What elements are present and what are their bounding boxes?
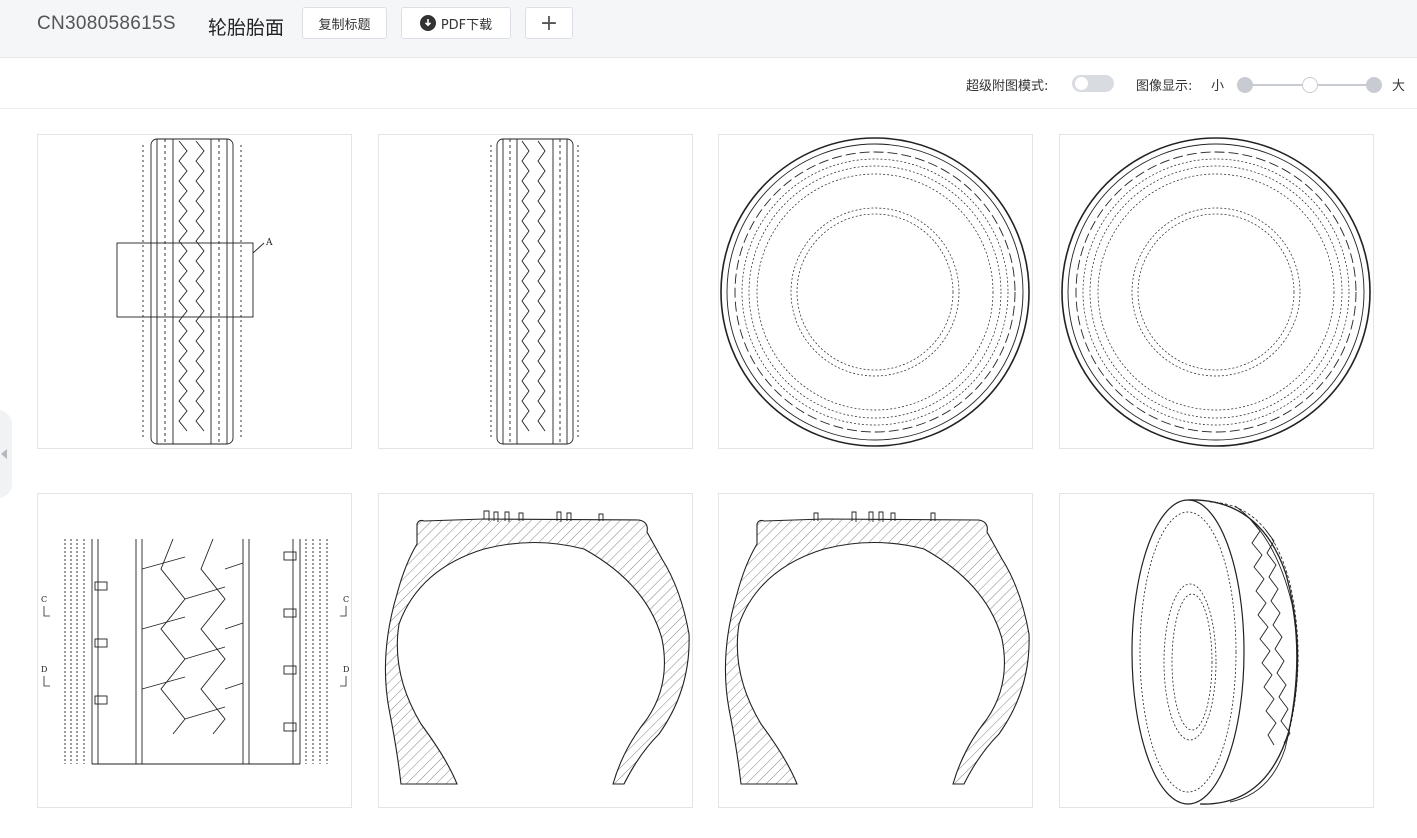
slider-stop-small[interactable] xyxy=(1237,77,1253,93)
section-label-d-right: D xyxy=(343,665,349,674)
tire-rear-view-drawing xyxy=(490,138,579,445)
super-figure-mode-toggle[interactable] xyxy=(1072,75,1114,92)
super-figure-mode-label: 超级附图模式: xyxy=(966,79,1049,94)
toggle-knob xyxy=(1075,77,1088,90)
cross-section-c-drawing xyxy=(384,510,690,785)
plus-icon: + xyxy=(539,10,559,36)
tread-pattern-drawing: C D C D xyxy=(41,538,349,765)
pdf-download-label: PDF下载 xyxy=(440,17,493,33)
cross-section-d-drawing xyxy=(724,511,1030,785)
patent-number: CN308058615S xyxy=(37,13,176,34)
section-label-d-left: D xyxy=(41,665,47,674)
sidebar-collapse-tab[interactable] xyxy=(0,410,12,498)
image-display-label: 图像显示: xyxy=(1136,79,1193,94)
copy-title-button[interactable]: 复制标题 xyxy=(302,7,387,39)
add-button[interactable]: + xyxy=(525,7,573,39)
figure-right-side-view[interactable] xyxy=(1059,134,1374,449)
tire-right-side-drawing xyxy=(1061,137,1371,447)
figure-rear-view[interactable] xyxy=(378,134,693,449)
tire-left-side-drawing xyxy=(720,137,1030,447)
figure-left-side-view[interactable] xyxy=(718,134,1033,449)
figure-cross-section-d[interactable] xyxy=(718,493,1033,808)
section-label-c-left: C xyxy=(41,595,47,604)
top-bar: CN308058615S 轮胎胎面 复制标题 PDF下载 + xyxy=(0,0,1417,58)
view-toolbar: 超级附图模式: 图像显示: 小 大 xyxy=(0,58,1417,109)
image-size-slider-handle[interactable] xyxy=(1301,77,1318,93)
tire-perspective-drawing xyxy=(1131,499,1299,805)
callout-label-a: A xyxy=(265,238,273,248)
copy-title-label: 复制标题 xyxy=(318,17,371,33)
size-large-label: 大 xyxy=(1392,79,1406,94)
section-label-c-right: C xyxy=(343,595,349,604)
figure-front-view[interactable]: A xyxy=(37,134,352,449)
figure-cross-section-c[interactable] xyxy=(378,493,693,808)
slider-stop-large[interactable] xyxy=(1366,77,1382,93)
figure-tread-pattern-detail[interactable]: C D C D xyxy=(37,493,352,808)
chevron-left-icon xyxy=(1,449,7,459)
figure-perspective-view[interactable] xyxy=(1059,493,1374,808)
tire-front-view-drawing: A xyxy=(116,138,273,445)
pdf-download-button[interactable]: PDF下载 xyxy=(401,7,511,39)
size-small-label: 小 xyxy=(1211,79,1225,94)
patent-title: 轮胎胎面 xyxy=(208,17,285,39)
download-icon xyxy=(419,15,436,31)
